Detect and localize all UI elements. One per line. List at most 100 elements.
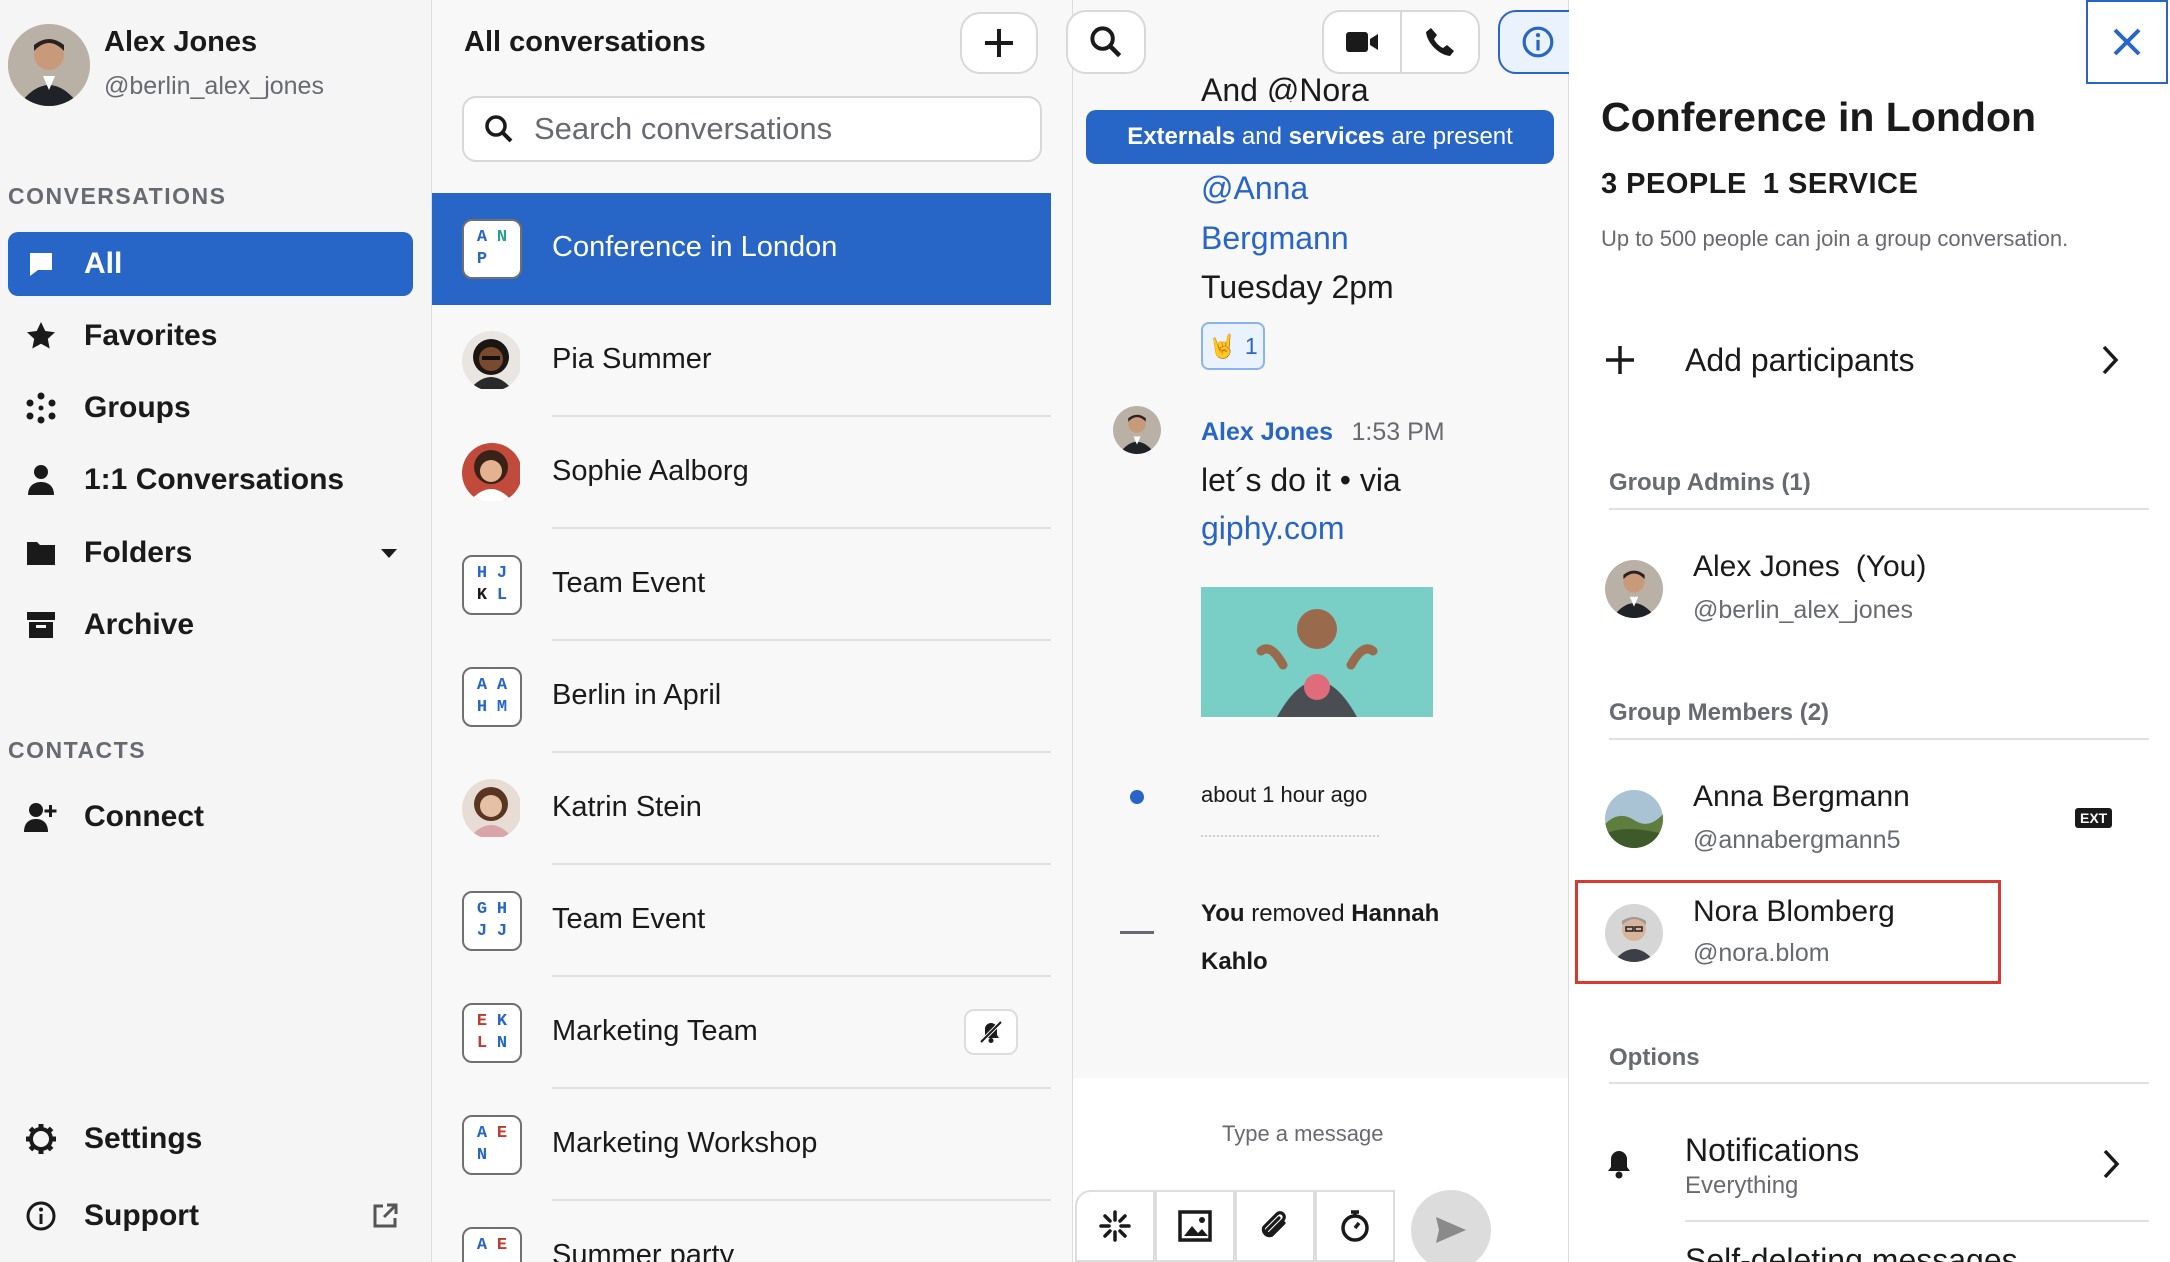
attach-file-button[interactable] [1235, 1190, 1315, 1262]
muted-bell-icon[interactable] [964, 1009, 1018, 1055]
member-name: Alex Jones (You) [1693, 550, 1927, 583]
giphy-link[interactable]: giphy.com [1201, 504, 1344, 552]
timer-icon [1339, 1209, 1371, 1243]
externals-services-banner: Externals and services are present [1086, 110, 1554, 164]
conversation-item-sophie-aalborg[interactable]: Sophie Aalborg [432, 417, 1051, 529]
sender-name[interactable]: Alex Jones [1201, 418, 1333, 446]
video-call-button[interactable] [1322, 10, 1402, 74]
message-input[interactable]: Type a message [1222, 1121, 1383, 1147]
avatar [1605, 560, 1663, 618]
mention-anna-line1[interactable]: @Anna [1201, 164, 1308, 212]
conversation-item-marketing-workshop[interactable]: AE N Marketing Workshop [432, 1089, 1051, 1201]
group-avatar: EK LN [462, 1003, 522, 1063]
add-participants-label: Add participants [1685, 341, 1915, 378]
chevron-down-icon[interactable] [379, 547, 399, 559]
close-icon [2111, 26, 2143, 58]
admin-item-alex-jones[interactable]: Alex Jones (You) @berlin_alex_jones [1569, 540, 2169, 640]
search-icon [1089, 25, 1123, 59]
chat-bubble-icon [22, 245, 60, 283]
audio-call-button[interactable] [1400, 10, 1480, 74]
divider [1609, 1082, 2149, 1084]
video-camera-icon [1345, 29, 1379, 55]
conversation-item-conference-in-london[interactable]: AN P Conference in London [432, 193, 1051, 305]
divider [1609, 508, 2149, 510]
status-time: about 1 hour ago [1201, 782, 1368, 807]
message-header: Alex Jones 1:53 PM [1201, 418, 1445, 447]
conversation-item-berlin-in-april[interactable]: AA HM Berlin in April [432, 641, 1051, 753]
divider [1685, 1220, 2149, 1222]
member-handle: @nora.blom [1693, 939, 1830, 967]
conversation-name: Sophie Aalborg [552, 455, 749, 487]
sidebar-item-all[interactable]: All [8, 232, 413, 296]
search-chat-button[interactable] [1066, 10, 1146, 74]
self-deleting-option[interactable]: Self-deleting messages [1685, 1240, 2018, 1262]
external-link-icon [371, 1202, 399, 1230]
member-name: Anna Bergmann [1693, 780, 1910, 813]
conversation-item-team-event-2[interactable]: GH JJ Team Event [432, 865, 1051, 977]
sidebar-item-label: Connect [84, 800, 204, 833]
message-text: let´s do it • via [1201, 462, 1401, 498]
member-item-nora-blomberg[interactable]: Nora Blomberg @nora.blom [1575, 880, 2001, 984]
rock-hand-emoji: 🤘 [1208, 332, 1237, 359]
conversations-heading: CONVERSATIONS [8, 183, 227, 209]
conversation-item-summer-party[interactable]: AE Summer party [432, 1201, 1051, 1262]
status-dot [1130, 790, 1144, 804]
send-button[interactable] [1411, 1190, 1491, 1262]
conversation-item-team-event[interactable]: HJ KL Team Event [432, 529, 1051, 641]
sidebar-item-support[interactable]: Support [8, 1184, 413, 1248]
divider [1609, 738, 2149, 740]
sidebar-item-label: Folders [84, 536, 193, 569]
external-badge: EXT [2075, 808, 2113, 828]
user-handle: @berlin_alex_jones [104, 72, 324, 100]
options-heading: Options [1609, 1044, 1700, 1071]
chat-panel: And @Nora Externals and services are pre… [1066, 0, 1578, 1262]
add-participants-button[interactable]: Add participants [1569, 320, 2169, 400]
sidebar-item-one-to-one[interactable]: 1:1 Conversations [8, 448, 413, 512]
message-partial-line: And @Nora [1201, 72, 1369, 102]
conversation-name: Conference in London [552, 231, 838, 263]
search-placeholder: Search conversations [534, 111, 833, 146]
group-avatar: AN P [462, 219, 522, 279]
notifications-option[interactable]: Notifications Everything [1569, 1114, 2169, 1214]
close-details-button[interactable] [2086, 0, 2168, 84]
user-avatar[interactable] [8, 24, 90, 106]
sidebar-item-connect[interactable]: Connect [8, 785, 413, 849]
chevron-right-icon [2101, 344, 2119, 376]
sidebar-item-favorites[interactable]: Favorites [8, 304, 413, 368]
image-upload-button[interactable] [1155, 1190, 1235, 1262]
member-handle: @berlin_alex_jones [1693, 596, 1913, 624]
conversation-name: Marketing Team [552, 1015, 758, 1047]
sidebar-item-label: 1:1 Conversations [84, 463, 345, 496]
sidebar-item-archive[interactable]: Archive [8, 593, 413, 657]
conversation-details-button[interactable] [1498, 10, 1578, 74]
conversation-details-panel: Conference in London 3 PEOPLE 1 SERVICE U… [1569, 0, 2170, 1262]
conversation-item-marketing-team[interactable]: EK LN Marketing Team [432, 977, 1051, 1089]
message-time: 1:53 PM [1351, 418, 1445, 446]
sidebar-item-label: Support [84, 1199, 199, 1232]
conversation-item-katrin-stein[interactable]: Katrin Stein [432, 753, 1051, 865]
sidebar-item-label: Archive [84, 608, 195, 641]
conversation-name: Team Event [552, 903, 706, 935]
paperclip-icon [1258, 1209, 1292, 1243]
sidebar-item-groups[interactable]: Groups [8, 376, 413, 440]
conversation-item-pia-summer[interactable]: Pia Summer [432, 305, 1051, 417]
image-icon [1178, 1210, 1212, 1242]
avatar [462, 779, 522, 839]
avatar [462, 331, 522, 391]
reaction-badge[interactable]: 🤘 1 [1201, 322, 1265, 370]
gif-image[interactable] [1201, 587, 1433, 717]
ping-button[interactable] [1075, 1190, 1155, 1262]
mention-anna-line2[interactable]: Bergmann [1201, 214, 1349, 262]
conversation-name: Summer party [552, 1239, 735, 1262]
timed-message-button[interactable] [1315, 1190, 1395, 1262]
group-avatar: AA HM [462, 667, 522, 727]
member-item-anna-bergmann[interactable]: Anna Bergmann @annabergmann5 EXT [1569, 770, 2169, 870]
search-conversations-input[interactable]: Search conversations [462, 96, 1042, 162]
new-conversation-button[interactable] [960, 12, 1038, 74]
sidebar-item-folders[interactable]: Folders [8, 521, 413, 585]
sender-avatar[interactable] [1113, 406, 1161, 454]
group-size-note: Up to 500 people can join a group conver… [1601, 226, 2069, 251]
system-message-icon [1120, 931, 1154, 934]
sidebar-item-settings[interactable]: Settings [8, 1107, 413, 1171]
contacts-heading: CONTACTS [8, 737, 147, 763]
